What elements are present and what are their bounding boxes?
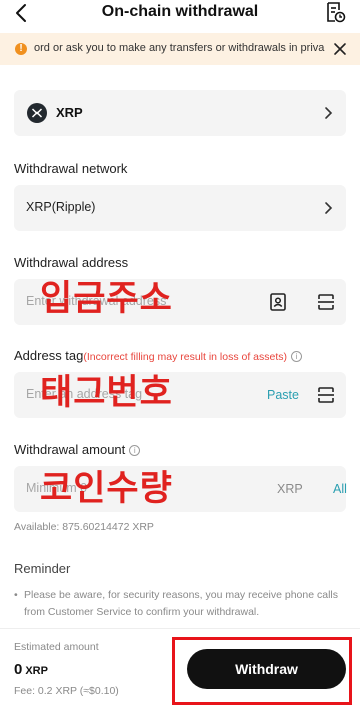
header: On-chain withdrawal xyxy=(0,0,360,26)
tag-label: Address tag(Incorrect filling may result… xyxy=(14,348,303,363)
withdraw-button[interactable]: Withdraw xyxy=(187,649,346,689)
footer-bar: Estimated amount 0 XRP Fee: 0.2 XRP (≈$0.… xyxy=(0,628,360,720)
info-icon[interactable]: i xyxy=(291,351,303,363)
reminder-text: • Please be aware, for security reasons,… xyxy=(14,587,344,621)
chevron-right-icon xyxy=(325,202,333,214)
address-book-icon[interactable] xyxy=(268,292,288,312)
banner-text: ord or ask you to make any transfers or … xyxy=(34,42,325,54)
all-button[interactable]: All xyxy=(333,482,347,496)
address-label: Withdrawal address xyxy=(14,255,129,270)
paste-button[interactable]: Paste xyxy=(267,388,299,402)
close-icon[interactable] xyxy=(333,42,347,56)
bullet: • xyxy=(14,589,18,601)
coin-selector[interactable]: XRP xyxy=(14,90,346,136)
estimated-amount-number: 0 xyxy=(14,661,23,678)
chevron-right-icon xyxy=(325,107,333,119)
amount-overlay-annotation: 코인수량 xyxy=(40,469,173,509)
network-value: XRP(Ripple) xyxy=(26,200,96,214)
network-label: Withdrawal network xyxy=(14,161,128,176)
tag-warning: (Incorrect filling may result in loss of… xyxy=(83,351,288,363)
tag-overlay-annotation: 태그번호 xyxy=(40,373,173,413)
security-notice-banner: ! ord or ask you to make any transfers o… xyxy=(0,33,360,65)
amount-unit: XRP xyxy=(277,482,303,496)
coin-name: XRP xyxy=(56,105,83,120)
info-icon[interactable]: i xyxy=(129,445,141,457)
warning-icon: ! xyxy=(15,43,27,55)
amount-label: Withdrawal amount i xyxy=(14,442,141,457)
reminder-title: Reminder xyxy=(14,561,71,576)
scan-icon[interactable] xyxy=(316,385,336,405)
history-document-icon[interactable] xyxy=(324,1,346,23)
tag-label-text: Address tag xyxy=(14,348,84,363)
amount-label-text: Withdrawal amount xyxy=(14,442,126,457)
scan-icon[interactable] xyxy=(316,292,336,312)
estimated-amount-label: Estimated amount xyxy=(14,641,99,653)
xrp-coin-icon xyxy=(27,103,47,123)
fee-text: Fee: 0.2 XRP (≈$0.10) xyxy=(14,685,119,697)
address-overlay-annotation: 입금주소 xyxy=(40,279,173,319)
estimated-amount-unit: XRP xyxy=(25,665,48,677)
estimated-amount-value: 0 XRP xyxy=(14,661,48,678)
available-balance: Available: 875.60214472 XRP xyxy=(14,521,154,533)
network-selector[interactable]: XRP(Ripple) xyxy=(14,185,346,231)
reminder-body: Please be aware, for security reasons, y… xyxy=(24,589,338,618)
page-title: On-chain withdrawal xyxy=(101,3,259,20)
